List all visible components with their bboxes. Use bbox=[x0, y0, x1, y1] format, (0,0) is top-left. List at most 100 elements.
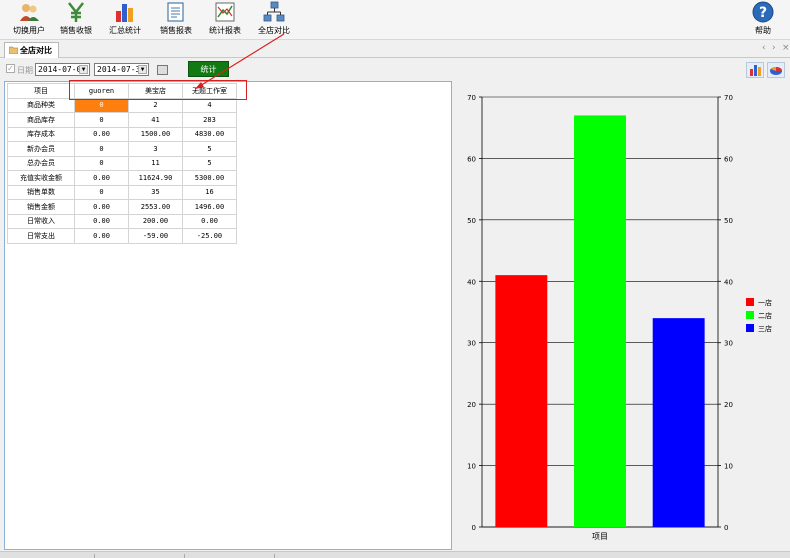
table-cell[interactable]: 1496.00 bbox=[182, 199, 237, 215]
bar-view-button[interactable] bbox=[746, 62, 764, 78]
switch-user-button[interactable]: 切换用户 bbox=[3, 1, 55, 39]
pie-chart-icon bbox=[770, 67, 782, 75]
date-from-picker[interactable]: 2014-07-01 ▼ bbox=[35, 63, 90, 76]
summary-stats-label: 汇总统计 bbox=[109, 26, 141, 35]
table-cell[interactable]: 41 bbox=[128, 112, 183, 128]
table-cell[interactable]: 4 bbox=[182, 97, 237, 113]
all-store-compare-button[interactable]: 全店对比 bbox=[248, 1, 300, 39]
table-row: 库存成本 0.00 1500.00 4830.00 bbox=[7, 126, 237, 142]
x-tick-label: 项目 bbox=[592, 532, 608, 541]
table-cell[interactable]: 1500.00 bbox=[128, 126, 183, 142]
table-row: 新办会员 0 3 5 bbox=[7, 141, 237, 157]
y-tick-label: 20 bbox=[467, 401, 476, 409]
table-row: 商品库存 0 41 283 bbox=[7, 112, 237, 128]
table-cell[interactable]: 0 bbox=[74, 97, 129, 113]
help-label: 帮助 bbox=[755, 26, 771, 35]
tab-prev-button[interactable]: ‹ bbox=[762, 43, 766, 53]
tab-next-button[interactable]: › bbox=[772, 43, 776, 53]
folder-icon bbox=[9, 46, 18, 54]
table-cell[interactable]: 35 bbox=[128, 184, 183, 200]
stat-report-label: 统计报表 bbox=[209, 26, 241, 35]
legend-label: 三店 bbox=[758, 324, 772, 333]
row-label[interactable]: 日常支出 bbox=[7, 228, 75, 244]
stat-report-button[interactable]: 统计报表 bbox=[199, 1, 251, 39]
help-button[interactable]: ? 帮助 bbox=[737, 1, 789, 39]
tab-all-store-compare[interactable]: 全店对比 bbox=[4, 42, 59, 58]
table-cell[interactable]: 4830.00 bbox=[182, 126, 237, 142]
table-cell[interactable]: -59.00 bbox=[128, 228, 183, 244]
table-row: 充值实收金额 0.00 11624.90 5300.00 bbox=[7, 170, 237, 186]
table-row: 日常收入 0.00 200.00 0.00 bbox=[7, 213, 237, 229]
svg-text:?: ? bbox=[759, 5, 767, 21]
legend-swatch bbox=[746, 324, 754, 332]
legend-label: 二店 bbox=[758, 311, 772, 320]
table-cell[interactable]: 11 bbox=[128, 155, 183, 171]
y2-tick-label: 70 bbox=[724, 94, 733, 102]
table-cell[interactable]: 11624.90 bbox=[128, 170, 183, 186]
legend-swatch bbox=[746, 311, 754, 319]
bar-chart: 0 0 10 10 20 20 30 30 40 40 50 50 60 60 70 70 项目 一店二店三店 bbox=[467, 94, 772, 541]
status-bar bbox=[0, 551, 790, 558]
table-cell[interactable]: 283 bbox=[182, 112, 237, 128]
table-cell[interactable]: 2553.00 bbox=[128, 199, 183, 215]
y-tick-label: 0 bbox=[472, 524, 476, 532]
table-cell[interactable]: 0 bbox=[74, 112, 129, 128]
table-cell[interactable]: 0.00 bbox=[74, 126, 129, 142]
table-cell[interactable]: 0 bbox=[74, 141, 129, 157]
row-label[interactable]: 充值实收金额 bbox=[7, 170, 75, 186]
report-icon bbox=[167, 2, 184, 22]
date-to-picker[interactable]: 2014-07-31 ▼ bbox=[94, 63, 149, 76]
y-tick-label: 70 bbox=[467, 94, 476, 102]
tab-close-button[interactable]: × bbox=[782, 43, 790, 53]
pie-view-button[interactable] bbox=[767, 62, 785, 78]
row-label[interactable]: 销售单数 bbox=[7, 184, 75, 200]
sales-cashier-label: 销售收银 bbox=[60, 26, 92, 35]
calendar-icon[interactable] bbox=[157, 65, 168, 75]
table-cell[interactable]: -25.00 bbox=[182, 228, 237, 244]
table-cell[interactable]: 2 bbox=[128, 97, 183, 113]
table-cell[interactable]: 0.00 bbox=[182, 213, 237, 229]
bar-chart-icon bbox=[116, 4, 133, 22]
legend-swatch bbox=[746, 298, 754, 306]
y2-tick-label: 60 bbox=[724, 155, 733, 163]
table-cell[interactable]: 3 bbox=[128, 141, 183, 157]
legend-label: 一店 bbox=[758, 298, 772, 307]
date-checkbox[interactable]: ✓ bbox=[6, 64, 15, 73]
row-label[interactable]: 新办会员 bbox=[7, 141, 75, 157]
chevron-down-icon[interactable]: ▼ bbox=[138, 65, 147, 74]
table-cell[interactable]: 0.00 bbox=[74, 170, 129, 186]
row-label[interactable]: 销售金额 bbox=[7, 199, 75, 215]
comparison-table: 项目 guoren 美宝店 无题工作室 商品种类 0 2 4 商品库存 0 41 283 库存成本 0.0… bbox=[7, 83, 237, 244]
table-cell[interactable]: 5 bbox=[182, 155, 237, 171]
date-checkbox-label: 日期 bbox=[17, 66, 33, 75]
table-cell[interactable]: 0 bbox=[74, 184, 129, 200]
line-chart-icon bbox=[215, 2, 235, 22]
table-cell[interactable]: 5 bbox=[182, 141, 237, 157]
table-cell[interactable]: 0 bbox=[74, 155, 129, 171]
row-label[interactable]: 商品库存 bbox=[7, 112, 75, 128]
tab-label: 全店对比 bbox=[20, 46, 52, 55]
comparison-table-panel: 项目 guoren 美宝店 无题工作室 商品种类 0 2 4 商品库存 0 41 283 库存成本 0.0… bbox=[4, 81, 452, 550]
y2-tick-label: 50 bbox=[724, 217, 733, 225]
table-cell[interactable]: 0.00 bbox=[74, 199, 129, 215]
column-header[interactable]: 项目 bbox=[7, 83, 75, 99]
main-toolbar: 切换用户 销售收银 汇总统计 销售报表 统计报表 全店对比 ? 帮助 bbox=[0, 0, 790, 40]
table-cell[interactable]: 200.00 bbox=[128, 213, 183, 229]
row-label[interactable]: 日常收入 bbox=[7, 213, 75, 229]
yen-icon bbox=[68, 2, 84, 22]
y2-tick-label: 0 bbox=[724, 524, 728, 532]
users-icon bbox=[20, 4, 39, 21]
sales-report-button[interactable]: 销售报表 bbox=[150, 1, 202, 39]
table-cell[interactable]: 0.00 bbox=[74, 213, 129, 229]
table-cell[interactable]: 0.00 bbox=[74, 228, 129, 244]
stat-button[interactable]: 统计 bbox=[188, 61, 229, 77]
row-label[interactable]: 库存成本 bbox=[7, 126, 75, 142]
table-row: 销售金额 0.00 2553.00 1496.00 bbox=[7, 199, 237, 215]
table-cell[interactable]: 16 bbox=[182, 184, 237, 200]
table-cell[interactable]: 5300.00 bbox=[182, 170, 237, 186]
row-label[interactable]: 总办会员 bbox=[7, 155, 75, 171]
summary-stats-button[interactable]: 汇总统计 bbox=[99, 1, 151, 39]
sales-cashier-button[interactable]: 销售收银 bbox=[50, 1, 102, 39]
chevron-down-icon[interactable]: ▼ bbox=[79, 65, 88, 74]
row-label[interactable]: 商品种类 bbox=[7, 97, 75, 113]
